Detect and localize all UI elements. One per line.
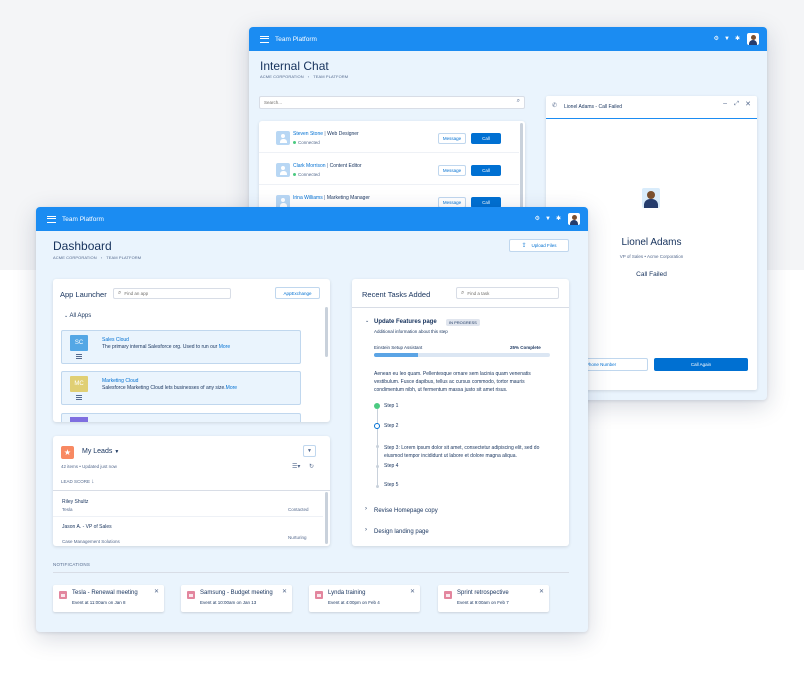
close-icon[interactable]: ✕ bbox=[745, 100, 751, 108]
message-button[interactable]: Message bbox=[438, 133, 466, 144]
avatar bbox=[276, 163, 290, 177]
menu-icon[interactable] bbox=[260, 35, 269, 43]
breadcrumb-item[interactable]: TEAM PLATFORM bbox=[313, 74, 348, 79]
brand-label: Team Platform bbox=[62, 215, 104, 223]
list-item: Steven Stone | Web Designer Connected Me… bbox=[259, 121, 519, 153]
settings-icon[interactable]: ⚙ bbox=[535, 216, 540, 222]
contact-list: Steven Stone | Web Designer Connected Me… bbox=[259, 121, 525, 221]
call-again-button[interactable]: Call Again bbox=[654, 358, 748, 371]
scrollbar[interactable] bbox=[520, 123, 523, 219]
status-dot bbox=[293, 141, 296, 145]
contact-name[interactable]: Steven Stone bbox=[293, 131, 323, 137]
caller-avatar bbox=[642, 188, 660, 208]
breadcrumb-item[interactable]: ACME CORPORATION bbox=[260, 74, 304, 79]
call-button[interactable]: Call bbox=[471, 133, 501, 144]
call-button[interactable]: Call bbox=[471, 165, 501, 176]
gear-icon[interactable]: ✱ bbox=[735, 36, 740, 42]
breadcrumb: ACME CORPORATION › TEAM PLATFORM bbox=[260, 74, 349, 79]
brand-label: Team Platform bbox=[275, 35, 317, 43]
filter-icon[interactable]: ▼ bbox=[545, 216, 551, 222]
avatar bbox=[276, 131, 290, 145]
list-item: Clark Morrison | Content Editor Connecte… bbox=[259, 153, 519, 185]
dashboard-topbar: Team Platform ⚙ ▼ ✱ bbox=[36, 207, 588, 231]
contact-name[interactable]: Clark Morrison bbox=[293, 163, 326, 169]
contact-role: Web Designer bbox=[327, 131, 359, 137]
contact-status: Connected bbox=[298, 172, 320, 177]
search-placeholder: Search... bbox=[264, 100, 283, 105]
avatar[interactable] bbox=[568, 213, 580, 225]
dashboard-window: Team Platform ⚙ ▼ ✱ bbox=[36, 207, 588, 632]
menu-icon[interactable] bbox=[47, 215, 56, 223]
search-icon: ⌕ bbox=[516, 98, 520, 104]
contact-role: Marketing Manager bbox=[326, 195, 370, 201]
search-input[interactable]: Search... ⌕ bbox=[259, 96, 525, 109]
expand-icon[interactable]: ⤢ bbox=[734, 101, 739, 108]
chat-topbar: Team Platform ⚙ ▼ ✱ bbox=[249, 27, 767, 51]
status-dot bbox=[293, 173, 296, 177]
avatar[interactable] bbox=[747, 33, 759, 45]
contact-name[interactable]: Irina Williams bbox=[293, 195, 323, 201]
contact-status: Connected bbox=[298, 140, 320, 145]
call-panel-header: Lionel Adams - Call Failed bbox=[564, 104, 623, 110]
settings-icon[interactable]: ⚙ bbox=[714, 36, 719, 42]
page-title: Internal Chat bbox=[260, 59, 329, 73]
contact-role: Content Editor bbox=[329, 163, 362, 169]
phone-icon: ✆ bbox=[552, 103, 558, 109]
message-button[interactable]: Message bbox=[438, 165, 466, 176]
gear-icon[interactable]: ✱ bbox=[556, 216, 561, 222]
minimize-icon[interactable]: – bbox=[723, 100, 727, 107]
filter-icon[interactable]: ▼ bbox=[724, 36, 730, 42]
